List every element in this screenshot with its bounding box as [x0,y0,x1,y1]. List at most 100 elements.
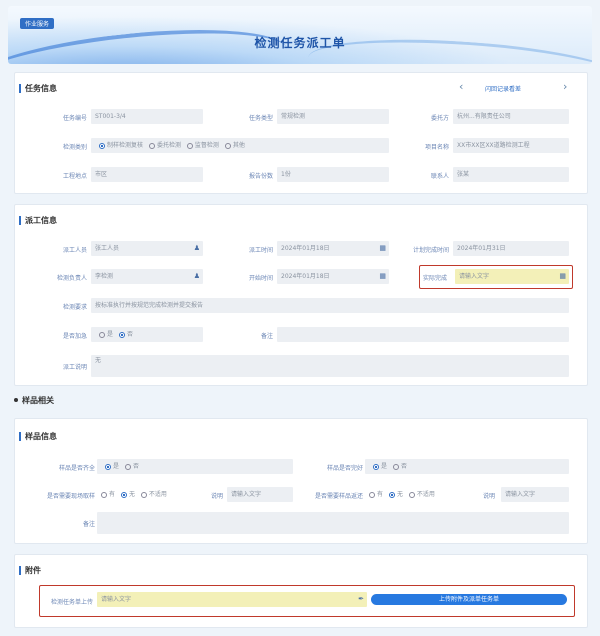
field-label: 计划完成时间 [412,247,449,254]
onsite-sampling-detail-field[interactable]: 请输入文字 [227,487,293,502]
start-time-field[interactable]: 2024年01月18日 ▦ [277,269,389,284]
radio-label: 无 [128,491,135,498]
prev-record-button[interactable]: ‹ [459,80,463,93]
field-label: 说明 [210,493,223,500]
contact-field[interactable]: 张某 [453,167,569,182]
page-title: 检测任务派工单 [254,36,346,50]
radio-button[interactable] [408,491,415,498]
radio-button[interactable] [99,331,105,338]
radio-button[interactable] [140,491,147,498]
section-title-attachment: 附件 [19,566,41,575]
attachment-card: 附件 检测任务单上传 请输入文字 ✒ 上传附件及派单任务单 [14,554,588,628]
radio-button[interactable] [148,142,155,149]
urgent-radio-group: 是 否 [91,327,203,342]
calendar-icon[interactable]: ▦ [379,241,386,256]
radio-button[interactable] [369,491,375,498]
radio-button[interactable] [388,491,395,498]
task-info-card: 任务信息 ‹ 闪回记录看差 › 任务编号 ST001-3/4 任务类型 常规检测… [14,72,588,194]
onsite-sampling-radio-group: 有 无 不适用 [97,487,193,502]
field-label: 任务编号 [62,115,87,122]
field-label: 检测负责人 [56,275,87,282]
dispatch-time-field[interactable]: 2024年01月18日 ▦ [277,241,389,256]
next-record-button[interactable]: › [563,80,567,93]
project-name-field[interactable]: XX市XX区XX道路检测工程 [453,138,569,153]
planned-completion-field[interactable]: 2024年01月31日 [453,241,569,256]
requirements-field[interactable]: 按标准执行并按规范完成检测并提交报告 [91,298,569,313]
radio-label: 不适用 [148,491,167,498]
radio-button[interactable] [224,142,231,149]
inspection-lead-field[interactable]: 李检测 ♟ [91,269,203,284]
sample-return-detail-field[interactable]: 请输入文字 [501,487,569,502]
sample-intact-radio-group: 是 否 [365,459,569,474]
field-label: 项目名称 [424,144,449,151]
sample-return-radio-group: 有 无 不适用 [365,487,461,502]
dispatch-time-value: 2024年01月18日 [281,245,330,252]
sample-remark-field[interactable] [97,512,569,534]
field-label: 备注 [82,521,95,528]
sample-info-card: 样品信息 样品是否齐全 是 否 样品是否完好 是 否 是否需要现场取样 有 无 … [14,418,588,544]
field-label: 任务类型 [248,115,273,122]
field-label: 派工时间 [248,247,273,254]
radio-label: 是 [113,463,120,470]
radio-button[interactable] [124,463,131,470]
field-label: 备注 [260,333,273,340]
radio-button[interactable] [118,331,125,338]
radio-button[interactable] [120,491,127,498]
task-number-field[interactable]: ST001-3/4 [91,109,203,124]
field-label: 是否需要现场取样 [46,493,95,500]
radio-label: 其他 [232,142,245,149]
field-label: 样品是否齐全 [58,465,95,472]
radio-label: 监督检测 [194,142,219,149]
section-title-sample: 样品相关 [22,396,54,405]
field-label: 开始时间 [248,275,273,282]
user-icon[interactable]: ♟ [194,269,200,284]
radio-button[interactable] [373,463,379,470]
field-label: 检测要求 [62,304,87,311]
record-pager[interactable]: 闪回记录看差 [485,84,521,93]
field-label: 是否需要样品返还 [314,493,363,500]
field-label: 是否加急 [62,333,87,340]
field-label: 检测类别 [62,144,87,151]
field-label: 联系人 [430,173,449,180]
inspection-lead-value: 李检测 [95,273,114,280]
dispatch-note-field[interactable]: 无 [91,355,569,377]
radio-label: 不适用 [416,491,435,498]
radio-label: 是 [381,463,388,470]
header-banner: 作业服务 检测任务派工单 [8,6,592,64]
start-time-value: 2024年01月18日 [281,273,330,280]
field-label: 派工说明 [62,364,87,371]
client-field[interactable]: 杭州...有限责任公司 [453,109,569,124]
dispatcher-field[interactable]: 张工人员 ♟ [91,241,203,256]
field-label: 工程地点 [62,173,87,180]
radio-label: 是 [107,331,114,338]
header-tag: 作业服务 [20,18,55,29]
highlight-box [39,585,575,617]
radio-label: 否 [400,463,407,470]
radio-button[interactable] [392,463,399,470]
radio-button[interactable] [101,491,107,498]
radio-button[interactable] [105,463,111,470]
radio-button[interactable] [99,142,105,149]
section-title-sample-info: 样品信息 [19,432,57,441]
section-bullet [14,398,18,402]
dispatch-info-card: 派工信息 派工人员 张工人员 ♟ 派工时间 2024年01月18日 ▦ 计划完成时间… [14,204,588,386]
radio-label: 委托检测 [156,142,181,149]
project-location-field[interactable]: 市区 [91,167,203,182]
radio-label: 否 [132,463,139,470]
radio-label: 有 [377,491,384,498]
field-label: 说明 [482,493,495,500]
radio-button[interactable] [186,142,193,149]
report-copies-field[interactable]: 1份 [277,167,389,182]
radio-label: 否 [126,331,133,338]
radio-label: 制样检测复核 [107,142,144,149]
sample-complete-radio-group: 是 否 [97,459,293,474]
user-icon[interactable]: ♟ [194,241,200,256]
task-type-field[interactable]: 常规检测 [277,109,389,124]
section-title-dispatch-info: 派工信息 [19,216,57,225]
radio-label: 有 [109,491,116,498]
remarks-field[interactable] [277,327,569,342]
field-label: 委托方 [430,115,449,122]
field-label: 派工人员 [62,247,87,254]
calendar-icon[interactable]: ▦ [379,269,386,284]
field-label: 报告份数 [248,173,273,180]
